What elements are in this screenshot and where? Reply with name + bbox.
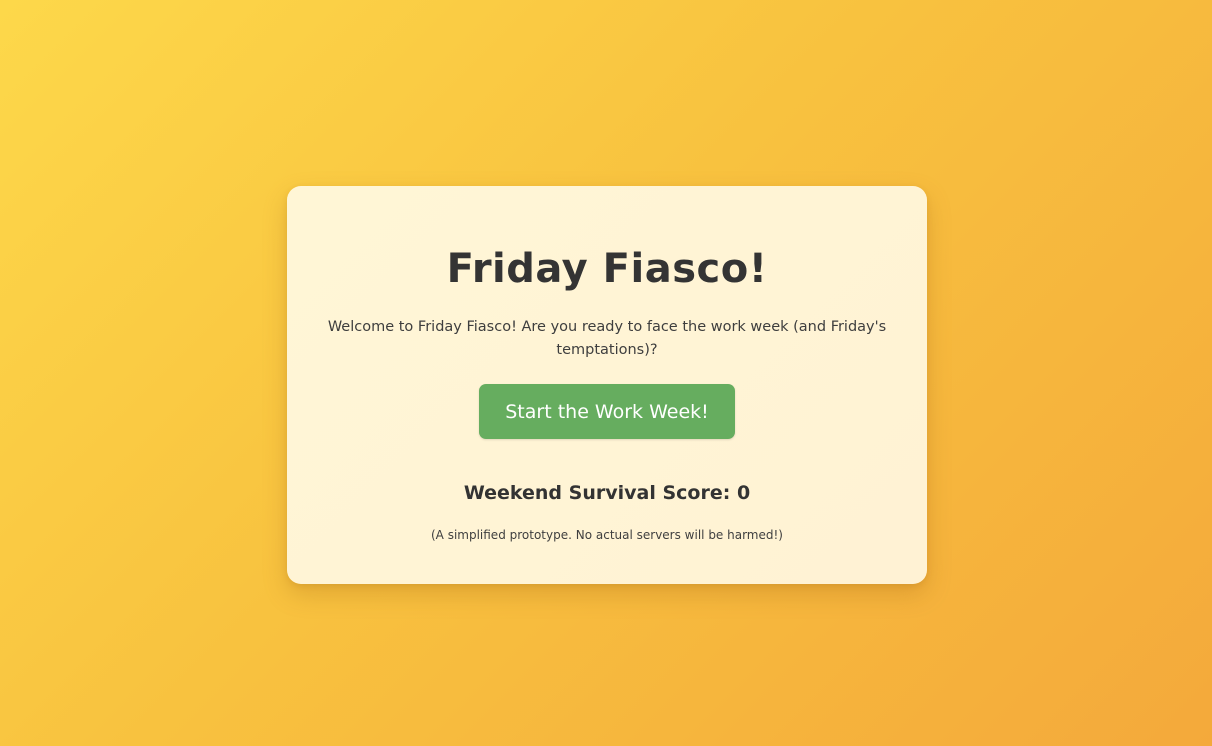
score-label: Weekend Survival Score:	[463, 482, 731, 504]
game-card: Friday Fiasco! Welcome to Friday Fiasco!…	[287, 186, 927, 584]
score-value: 0	[736, 482, 751, 504]
welcome-message: Welcome to Friday Fiasco! Are you ready …	[327, 319, 887, 358]
score-display: Weekend Survival Score: 0	[287, 480, 927, 506]
prototype-note: (A simplified prototype. No actual serve…	[430, 528, 783, 542]
start-work-week-button[interactable]: Start the Work Week!	[479, 384, 735, 439]
game-title: Friday Fiasco!	[446, 246, 768, 292]
